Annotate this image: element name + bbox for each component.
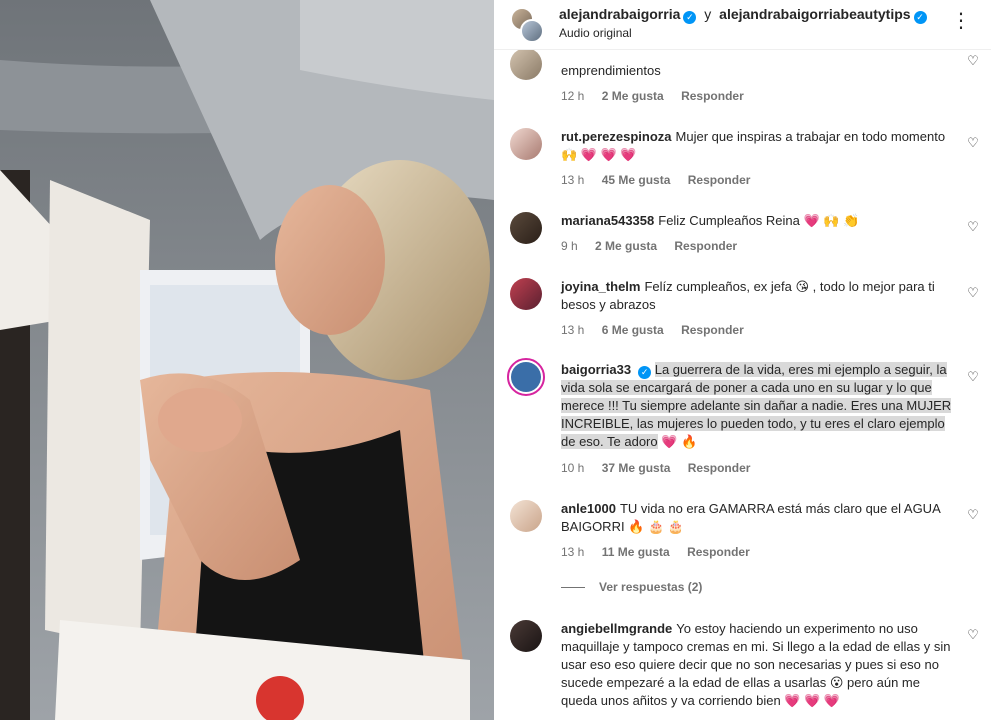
connector-text: y <box>704 6 712 22</box>
comment-meta: 12 h 2 Me gusta Responder <box>561 89 758 103</box>
like-heart-icon[interactable]: ♡ <box>966 370 980 384</box>
comment-body: joyina_thelm Felíz cumpleaños, ex jefa 😘 … <box>561 278 953 314</box>
reply-button[interactable]: Responder <box>681 89 744 103</box>
view-replies-button[interactable]: Ver respuestas (2) <box>561 580 702 594</box>
reply-button[interactable]: Responder <box>688 173 751 187</box>
comment-meta: 13 h 11 Me gusta Responder <box>561 545 764 559</box>
comment-time: 13 h <box>561 545 585 559</box>
avatar[interactable] <box>520 19 544 43</box>
avatar[interactable] <box>510 48 542 80</box>
audio-link[interactable]: Audio original <box>559 26 632 40</box>
username-link[interactable]: alejandrabaigorriabeautytips <box>719 6 910 22</box>
like-heart-icon[interactable]: ♡ <box>966 136 980 150</box>
video-player[interactable] <box>0 0 494 720</box>
comment-username[interactable]: angiebellmgrande <box>561 621 672 636</box>
comment-text: emprendimientos <box>561 63 661 78</box>
video-frame-image <box>0 0 494 720</box>
comment-meta: 13 h 6 Me gusta Responder <box>561 323 758 337</box>
reply-button[interactable]: Responder <box>687 545 750 559</box>
comment-time: 9 h <box>561 239 578 253</box>
avatar[interactable] <box>510 278 542 310</box>
collab-avatars[interactable] <box>510 7 546 43</box>
comment-body: rut.perezespinoza Mujer que inspiras a tr… <box>561 128 953 164</box>
collab-usernames: alejandrabaigorria ✓ y alejandrabaigorria… <box>559 6 927 24</box>
comment-text: TU vida no era GAMARRA está más claro qu… <box>561 501 941 534</box>
like-heart-icon[interactable]: ♡ <box>966 54 980 68</box>
comment-body: angiebellmgrande Yo estoy haciendo un exp… <box>561 620 953 710</box>
comment-time: 13 h <box>561 173 585 187</box>
comment-likes[interactable]: 2 Me gusta <box>602 89 664 103</box>
reply-button[interactable]: Responder <box>681 323 744 337</box>
like-heart-icon[interactable]: ♡ <box>966 628 980 642</box>
comments-panel: emprendimientos 12 h 2 Me gusta Responde… <box>494 0 991 720</box>
like-heart-icon[interactable]: ♡ <box>966 220 980 234</box>
comment-likes[interactable]: 45 Me gusta <box>602 173 671 187</box>
like-heart-icon[interactable]: ♡ <box>966 508 980 522</box>
verified-badge-icon: ✓ <box>638 366 652 379</box>
comment-username[interactable]: baigorria33 <box>561 362 631 377</box>
comment-time: 13 h <box>561 323 585 337</box>
comment-time: 10 h <box>561 461 585 475</box>
comment-text-tail: 💗 🔥 <box>661 434 698 449</box>
avatar[interactable] <box>510 128 542 160</box>
username-link[interactable]: alejandrabaigorria <box>559 6 680 22</box>
post-header: alejandrabaigorria ✓ y alejandrabaigorria… <box>494 0 991 50</box>
comment-list[interactable]: emprendimientos 12 h 2 Me gusta Responde… <box>494 0 991 720</box>
comment-body: anle1000 TU vida no era GAMARRA está más … <box>561 500 953 536</box>
comment-meta: 10 h 37 Me gusta Responder <box>561 461 764 475</box>
view-replies-label: Ver respuestas (2) <box>599 580 703 594</box>
comment-username[interactable]: rut.perezespinoza <box>561 129 672 144</box>
comment-body: mariana543358 Feliz Cumpleaños Reina 💗 🙌 … <box>561 212 953 230</box>
comment-meta: 9 h 2 Me gusta Responder <box>561 239 751 253</box>
avatar-story-ring[interactable] <box>507 358 545 396</box>
verified-badge-icon: ✓ <box>913 11 927 24</box>
comment-likes[interactable]: 11 Me gusta <box>602 545 670 559</box>
reply-button[interactable]: Responder <box>688 461 751 475</box>
comment-username[interactable]: mariana543358 <box>561 213 654 228</box>
comment-likes[interactable]: 2 Me gusta <box>595 239 657 253</box>
verified-badge-icon: ✓ <box>683 11 697 24</box>
comment-time: 12 h <box>561 89 585 103</box>
avatar[interactable] <box>510 500 542 532</box>
comment-likes[interactable]: 6 Me gusta <box>602 323 664 337</box>
reply-button[interactable]: Responder <box>674 239 737 253</box>
more-options-icon[interactable]: ⋮ <box>949 11 973 36</box>
avatar[interactable] <box>510 620 542 652</box>
comment-username[interactable]: joyina_thelm <box>561 279 640 294</box>
like-heart-icon[interactable]: ♡ <box>966 286 980 300</box>
comment-meta: 13 h 45 Me gusta Responder <box>561 173 764 187</box>
comment-username[interactable]: anle1000 <box>561 501 616 516</box>
avatar[interactable] <box>510 212 542 244</box>
replies-divider <box>561 587 585 589</box>
comment-likes[interactable]: 37 Me gusta <box>602 461 671 475</box>
comment-text: Feliz Cumpleaños Reina 💗 🙌 👏 <box>658 213 860 228</box>
comment-body: baigorria33 ✓ La guerrera de la vida, ere… <box>561 361 953 451</box>
